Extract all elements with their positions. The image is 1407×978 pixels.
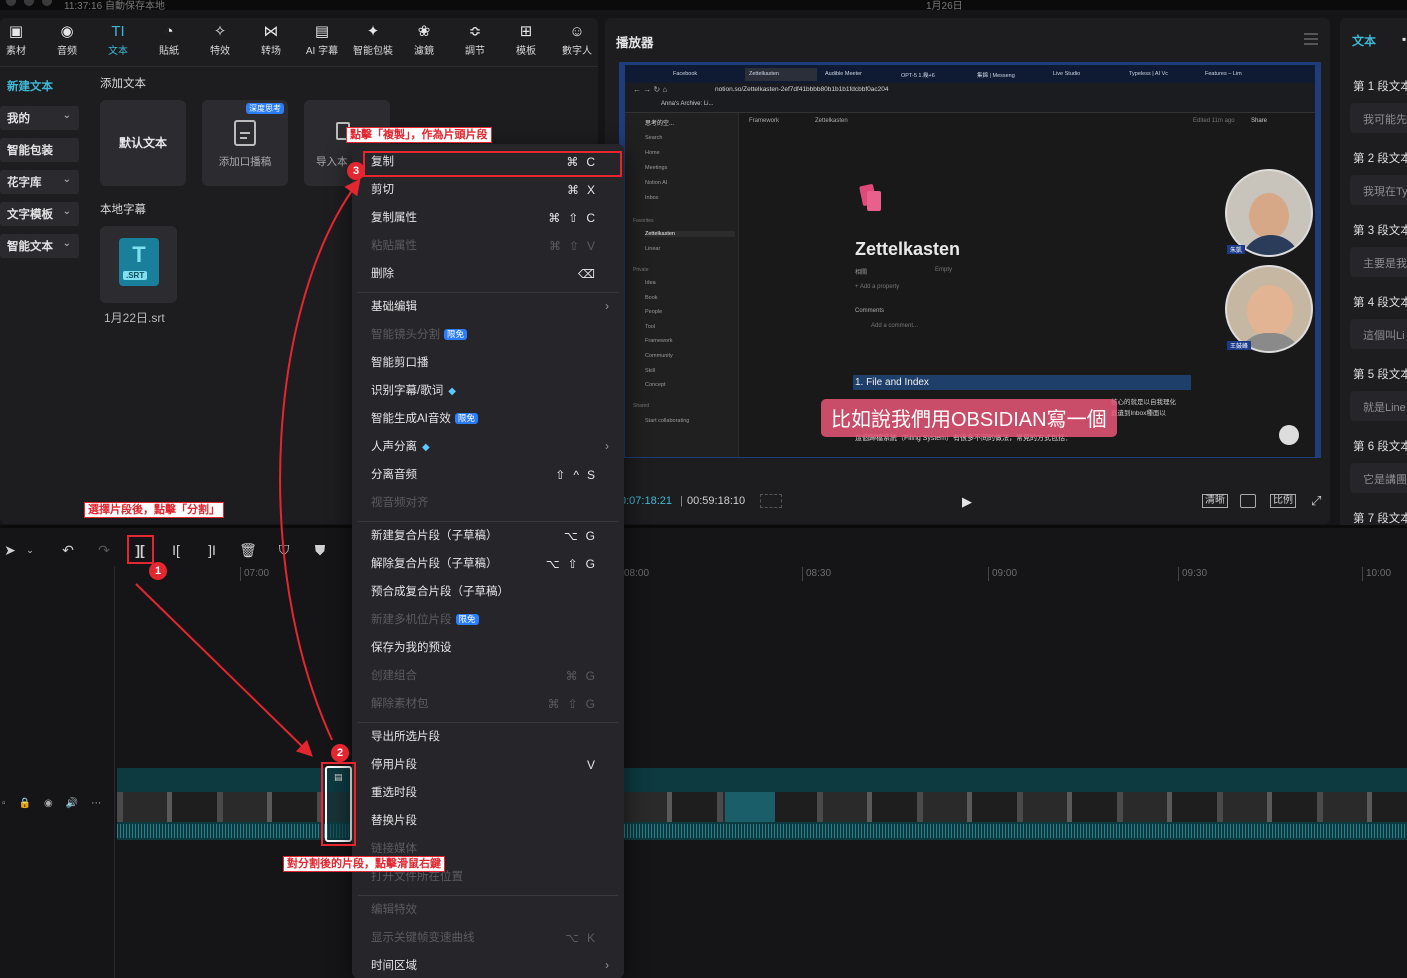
annotation-note-1: 選擇片段後，點擊「分割」: [84, 502, 224, 518]
annotation-note-3: 點擊「複製」，作為片頭片段: [346, 127, 492, 143]
split-highlight-box: [127, 535, 154, 564]
step-2-badge: 2: [331, 744, 349, 762]
step-3-badge: 3: [347, 162, 365, 180]
annotation-note-2: 對分割後的片段，點擊滑鼠右鍵: [283, 856, 445, 872]
annotation-arrows: [135, 178, 361, 757]
clip-highlight-box: [321, 762, 356, 846]
copy-highlight-box: [363, 151, 622, 177]
step-1-badge: 1: [149, 562, 167, 580]
